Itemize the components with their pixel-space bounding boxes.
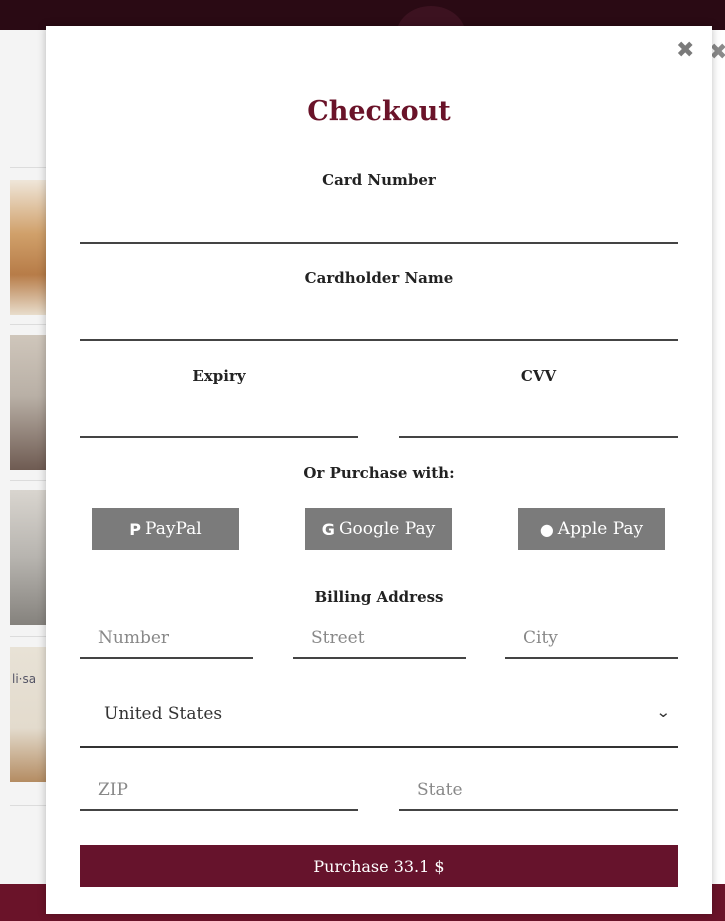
- state-input[interactable]: [399, 774, 678, 806]
- google-pay-button[interactable]: G Google Pay: [305, 508, 452, 550]
- divider: [10, 324, 50, 325]
- product-thumbnail-poster[interactable]: li·sa: [10, 647, 48, 782]
- street-input[interactable]: [293, 622, 466, 654]
- street-number-input[interactable]: [80, 622, 253, 654]
- close-icon[interactable]: ✖: [676, 40, 694, 62]
- cvv-underline: [399, 436, 678, 438]
- divider: [10, 167, 50, 168]
- cardholder-name-input[interactable]: [80, 304, 678, 338]
- billing-address-label: Billing Address: [314, 588, 444, 606]
- divider: [10, 636, 50, 637]
- modal-title: Checkout: [307, 96, 451, 127]
- country-select[interactable]: United States ⌄: [80, 694, 678, 748]
- google-pay-label: Google Pay: [338, 519, 436, 539]
- alt-payment-label: Or Purchase with:: [303, 464, 455, 482]
- state-underline: [399, 809, 678, 811]
- city-input[interactable]: [505, 622, 678, 654]
- purchase-button-label: Purchase 33.1 $: [313, 856, 445, 876]
- card-number-underline: [80, 242, 678, 244]
- zip-input[interactable]: [80, 774, 358, 806]
- divider: [10, 805, 50, 806]
- country-select-value: United States: [104, 704, 223, 724]
- cardholder-name-underline: [80, 339, 678, 341]
- paypal-icon: P: [129, 519, 142, 539]
- cvv-input[interactable]: [399, 402, 678, 436]
- street-underline: [293, 657, 466, 659]
- paypal-label: PayPal: [145, 519, 202, 539]
- google-icon: G: [321, 519, 335, 539]
- product-list-background: [0, 30, 50, 921]
- apple-icon: ●: [539, 519, 554, 539]
- apple-pay-label: Apple Pay: [557, 519, 644, 539]
- cardholder-name-label: Cardholder Name: [304, 269, 454, 287]
- checkout-modal: ✖ Checkout Card Number Cardholder Name E…: [46, 26, 712, 914]
- divider: [10, 480, 50, 481]
- paypal-button[interactable]: P PayPal: [92, 508, 239, 550]
- card-number-input[interactable]: [80, 206, 678, 240]
- zip-underline: [80, 809, 358, 811]
- street-number-underline: [80, 657, 253, 659]
- product-thumbnail-sweater[interactable]: [10, 490, 48, 625]
- purchase-button[interactable]: Purchase 33.1 $: [80, 845, 678, 887]
- expiry-underline: [80, 436, 358, 438]
- expiry-input[interactable]: [80, 402, 358, 436]
- expiry-label: Expiry: [192, 367, 246, 385]
- apple-pay-button[interactable]: ● Apple Pay: [518, 508, 665, 550]
- product-thumbnail-shirt[interactable]: [10, 335, 48, 470]
- chevron-down-icon: ⌄: [656, 703, 672, 721]
- product-thumbnail-bag[interactable]: [10, 180, 48, 315]
- city-underline: [505, 657, 678, 659]
- poster-text: li·sa: [12, 672, 37, 686]
- card-number-label: Card Number: [322, 171, 436, 189]
- cvv-label: CVV: [520, 367, 557, 385]
